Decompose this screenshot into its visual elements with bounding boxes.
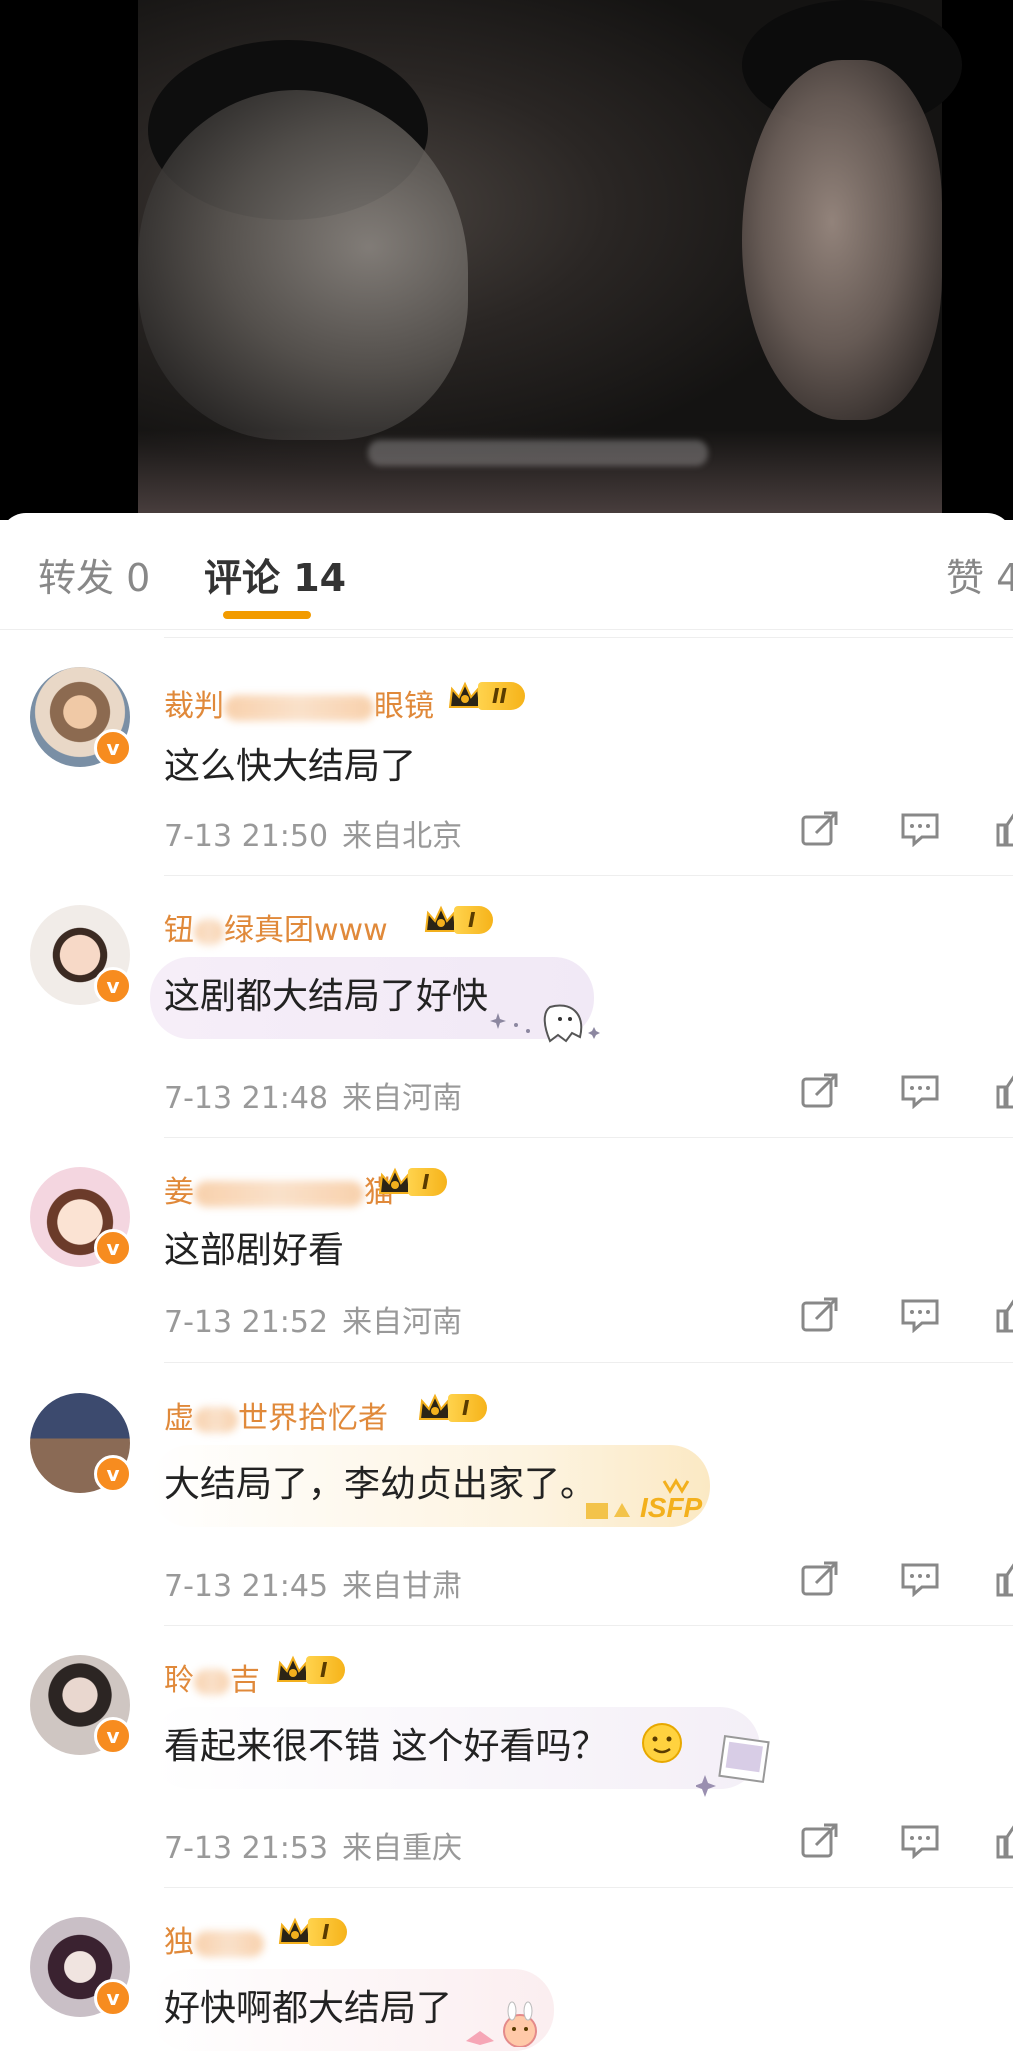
comment-divider [164,1887,1013,1888]
avatar[interactable]: v [30,667,132,767]
share-icon[interactable] [800,811,840,847]
comment-divider [164,1362,1013,1363]
verified-v-icon: v [94,1229,132,1267]
comment-text: 这么快大结局了 [164,746,417,787]
vip-crown-icon [378,1167,412,1194]
comment-divider [164,1625,1013,1626]
tab-bar-divider [0,629,1013,630]
verified-v-icon: v [94,729,132,767]
verified-v-icon: v [94,1717,132,1755]
bunny-decoration [466,2001,537,2047]
comment-source: 来自河南 [342,1081,463,1116]
photo-sticker-decoration [696,1735,770,1797]
verified-v-icon: v [94,967,132,1005]
svg-text:ISFP: ISFP [640,1492,703,1523]
avatar[interactable]: v [30,905,132,1005]
comment-time: 7-13 21:50 [164,819,329,854]
comment-meta: 7-13 21:45 来自甘肃 [164,1561,462,1605]
verified-v-icon: v [94,1979,132,2017]
video-bottom-glow [138,430,942,520]
avatar[interactable]: v [30,1167,132,1267]
comment-time: 7-13 21:48 [164,1081,329,1116]
like-icon[interactable] [995,1073,1013,1109]
comment-meta: 7-13 21:53 来自重庆 [164,1823,462,1867]
vip-level-badge: I [278,1917,348,1949]
comment-divider [164,1137,1013,1138]
avatar[interactable]: v [30,1917,132,2017]
video-player[interactable] [0,0,1013,520]
tab-repost[interactable]: 转发 0 [38,547,150,602]
vip-level-badge: I [276,1655,346,1687]
username[interactable]: 裁判 眼镜 [164,681,434,725]
comment-source: 来自北京 [342,819,463,854]
sparkle-ghost-decoration [490,1004,600,1043]
comment-meta: 7-13 21:50 来自北京 [164,811,462,855]
vip-level-badge: II [448,681,525,713]
video-frame [138,0,962,520]
avatar[interactable]: v [30,1655,132,1755]
tab-comments[interactable]: 评论 14 [204,547,346,602]
username[interactable]: 独 [164,1917,264,1961]
comment-source: 来自河南 [342,1305,463,1340]
username[interactable]: 姜猫 [164,1167,394,1211]
comment-meta: 7-13 21:52 来自河南 [164,1297,462,1341]
video-figure-right [742,60,942,420]
comment-time: 7-13 21:53 [164,1831,329,1866]
reply-icon[interactable] [900,1297,940,1333]
share-icon[interactable] [800,1561,840,1597]
comment-time: 7-13 21:45 [164,1569,329,1604]
verified-v-icon: v [94,1455,132,1493]
tab-likes[interactable]: 赞 4 [946,547,1013,602]
comment-text: 好快啊都大结局了 [164,1988,453,2029]
share-icon[interactable] [800,1297,840,1333]
list-top-divider [164,637,1013,638]
isfp-decoration: ISFP [586,1478,703,1523]
vip-crown-icon [424,905,458,932]
comment-text: 这剧都大结局了好快 [164,976,489,1017]
emoji-icon [642,1723,682,1763]
tab-active-indicator [223,611,311,619]
tab-bar: 转发 0 评论 14 赞 4 [0,513,1013,629]
comment-sheet: 转发 0 评论 14 赞 4 v 裁判 眼镜 II 这么快大结局了 7-13 21… [0,513,1013,2051]
vip-level-badge: I [418,1393,488,1425]
comment-divider [164,875,1013,876]
like-icon[interactable] [995,1561,1013,1597]
vip-level-badge: I [378,1167,448,1199]
comment-source: 来自甘肃 [342,1569,463,1604]
username[interactable]: 聆吉 [164,1655,260,1699]
share-icon[interactable] [800,1073,840,1109]
comment-text: 这部剧好看 [164,1230,345,1271]
comment-text: 看起来很不错 这个好看吗？ [164,1726,608,1767]
like-icon[interactable] [995,1823,1013,1859]
share-icon[interactable] [800,1823,840,1859]
vip-crown-icon [418,1393,452,1420]
vip-crown-icon [448,681,482,708]
reply-icon[interactable] [900,1073,940,1109]
avatar[interactable]: v [30,1393,132,1493]
username[interactable]: 钮绿真团www [164,905,388,949]
comment-meta: 7-13 21:48 来自河南 [164,1073,462,1117]
like-icon[interactable] [995,811,1013,847]
vip-crown-icon [276,1655,310,1682]
comment-text: 大结局了，李幼贞出家了。 [164,1464,597,1505]
like-icon[interactable] [995,1297,1013,1333]
comment-source: 来自重庆 [342,1831,463,1866]
reply-icon[interactable] [900,1823,940,1859]
vip-crown-icon [278,1917,312,1944]
vip-level-badge: I [424,905,494,937]
reply-icon[interactable] [900,1561,940,1597]
comment-time: 7-13 21:52 [164,1305,329,1340]
reply-icon[interactable] [900,811,940,847]
username[interactable]: 虚世界拾忆者 [164,1393,388,1437]
